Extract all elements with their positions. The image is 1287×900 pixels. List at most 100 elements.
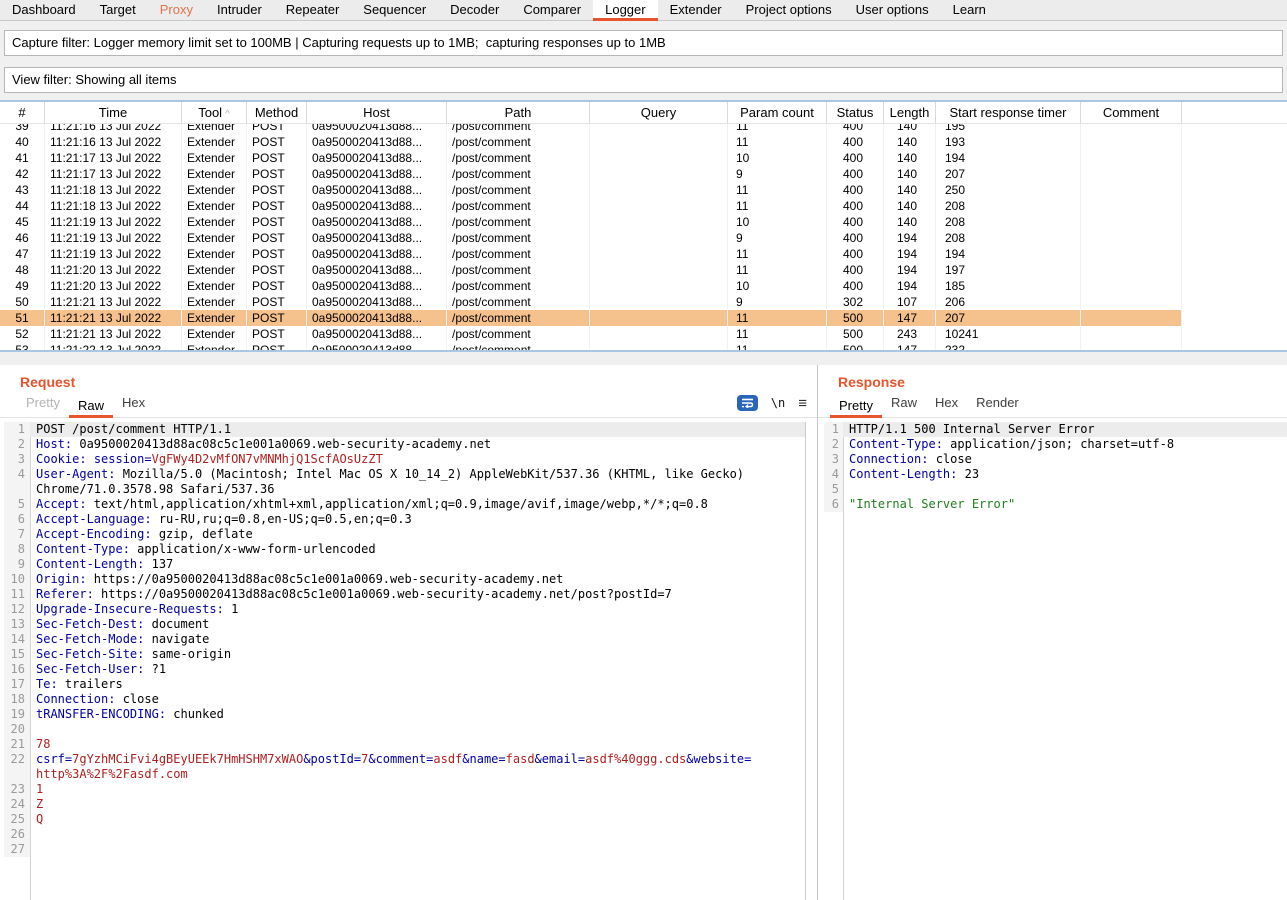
main-tab-learn[interactable]: Learn — [941, 0, 998, 21]
cell-comment — [1081, 134, 1182, 150]
line-content: Te: trailers — [30, 677, 805, 692]
column-header-start-response-timer[interactable]: Start response timer — [936, 102, 1081, 123]
column-header--[interactable]: # — [0, 102, 45, 123]
cell-start-response-timer: 10241 — [936, 326, 1081, 342]
log-row-42[interactable]: 4211:21:17 13 Jul 2022ExtenderPOST0a9500… — [0, 166, 1287, 182]
column-header-tool[interactable]: Tool^ — [182, 102, 247, 123]
table-filler-cell — [1182, 198, 1287, 214]
line-number: 2 — [4, 437, 30, 452]
log-row-47[interactable]: 4711:21:19 13 Jul 2022ExtenderPOST0a9500… — [0, 246, 1287, 262]
cell-method: POST — [247, 246, 307, 262]
cell-method: POST — [247, 198, 307, 214]
cell-path: /post/comment — [447, 182, 590, 198]
log-row-50[interactable]: 5011:21:21 13 Jul 2022ExtenderPOST0a9500… — [0, 294, 1287, 310]
main-tab-comparer[interactable]: Comparer — [511, 0, 593, 21]
cell-tool: Extender — [182, 166, 247, 182]
main-tab-extender[interactable]: Extender — [658, 0, 734, 21]
request-tab-pretty[interactable]: Pretty — [17, 395, 69, 418]
cell-time: 11:21:21 13 Jul 2022 — [45, 326, 182, 342]
table-filler-cell — [1182, 278, 1287, 294]
table-filler-cell — [1182, 326, 1287, 342]
column-header-comment[interactable]: Comment — [1081, 102, 1182, 123]
cell--: 39 — [0, 124, 45, 134]
editor-menu-icon[interactable]: ≡ — [798, 396, 807, 411]
log-row-48[interactable]: 4811:21:20 13 Jul 2022ExtenderPOST0a9500… — [0, 262, 1287, 278]
column-header-query[interactable]: Query — [590, 102, 728, 123]
response-tab-raw[interactable]: Raw — [882, 395, 926, 418]
word-wrap-toggle-icon[interactable] — [737, 395, 758, 411]
column-header-host[interactable]: Host — [307, 102, 447, 123]
main-tab-user-options[interactable]: User options — [844, 0, 941, 21]
cell-start-response-timer: 207 — [936, 310, 1081, 326]
log-row-39[interactable]: 3911:21:16 13 Jul 2022ExtenderPOST0a9500… — [0, 124, 1287, 134]
request-tab-raw[interactable]: Raw — [69, 398, 113, 418]
table-filler-cell — [1182, 262, 1287, 278]
response-editor[interactable]: 1HTTP/1.1 500 Internal Server Error2Cont… — [824, 422, 1287, 900]
cell-tool: Extender — [182, 246, 247, 262]
main-tab-decoder[interactable]: Decoder — [438, 0, 511, 21]
cell-time: 11:21:19 13 Jul 2022 — [45, 230, 182, 246]
response-tab-pretty[interactable]: Pretty — [830, 398, 882, 418]
main-tab-repeater[interactable]: Repeater — [274, 0, 351, 21]
cell-comment — [1081, 230, 1182, 246]
cell-host: 0a9500020413d88... — [307, 166, 447, 182]
cell-method: POST — [247, 214, 307, 230]
response-tab-hex[interactable]: Hex — [926, 395, 967, 418]
request-line-18: 18Connection: close — [4, 692, 805, 707]
log-row-40[interactable]: 4011:21:16 13 Jul 2022ExtenderPOST0a9500… — [0, 134, 1287, 150]
main-tab-sequencer[interactable]: Sequencer — [351, 0, 438, 21]
table-filler-header — [1182, 102, 1287, 123]
request-line-15: 15Sec-Fetch-Site: same-origin — [4, 647, 805, 662]
line-content: Sec-Fetch-Site: same-origin — [30, 647, 805, 662]
cell-host: 0a9500020413d88... — [307, 342, 447, 350]
capture-filter-bar[interactable]: Capture filter: Logger memory limit set … — [4, 30, 1283, 56]
cell-param-count: 11 — [728, 182, 827, 198]
line-content: User-Agent: Mozilla/5.0 (Macintosh; Inte… — [30, 467, 805, 497]
request-tab-hex[interactable]: Hex — [113, 395, 154, 418]
column-header-status[interactable]: Status — [827, 102, 884, 123]
log-row-49[interactable]: 4911:21:20 13 Jul 2022ExtenderPOST0a9500… — [0, 278, 1287, 294]
table-filler-cell — [1182, 294, 1287, 310]
log-row-53[interactable]: 5311:21:22 13 Jul 2022ExtenderPOST0a9500… — [0, 342, 1287, 350]
cell-path: /post/comment — [447, 246, 590, 262]
main-tab-target[interactable]: Target — [88, 0, 148, 21]
log-row-44[interactable]: 4411:21:18 13 Jul 2022ExtenderPOST0a9500… — [0, 198, 1287, 214]
cell-start-response-timer: 232 — [936, 342, 1081, 350]
main-tab-dashboard[interactable]: Dashboard — [0, 0, 88, 21]
line-content: Connection: close — [30, 692, 805, 707]
cell-method: POST — [247, 310, 307, 326]
log-row-41[interactable]: 4111:21:17 13 Jul 2022ExtenderPOST0a9500… — [0, 150, 1287, 166]
line-number: 11 — [4, 587, 30, 602]
request-line-20: 20 — [4, 722, 805, 737]
cell-host: 0a9500020413d88... — [307, 278, 447, 294]
column-header-param-count[interactable]: Param count — [728, 102, 827, 123]
log-row-52[interactable]: 5211:21:21 13 Jul 2022ExtenderPOST0a9500… — [0, 326, 1287, 342]
column-header-path[interactable]: Path — [447, 102, 590, 123]
log-row-46[interactable]: 4611:21:19 13 Jul 2022ExtenderPOST0a9500… — [0, 230, 1287, 246]
newline-visibility-icon[interactable]: \n — [771, 396, 785, 410]
main-tab-intruder[interactable]: Intruder — [205, 0, 274, 21]
response-panel: Response PrettyRawHexRender 1HTTP/1.1 50… — [817, 365, 1287, 900]
log-row-51[interactable]: 5111:21:21 13 Jul 2022ExtenderPOST0a9500… — [0, 310, 1287, 326]
request-line-26: 26 — [4, 827, 805, 842]
cell--: 47 — [0, 246, 45, 262]
main-tab-proxy[interactable]: Proxy — [148, 0, 205, 21]
line-content: tRANSFER-ENCODING: chunked — [30, 707, 805, 722]
request-editor[interactable]: 1POST /post/comment HTTP/1.12Host: 0a950… — [4, 422, 806, 900]
column-header-time[interactable]: Time — [45, 102, 182, 123]
cell-time: 11:21:19 13 Jul 2022 — [45, 246, 182, 262]
line-number: 24 — [4, 797, 30, 812]
line-number: 2 — [824, 437, 843, 452]
column-header-method[interactable]: Method — [247, 102, 307, 123]
log-row-45[interactable]: 4511:21:19 13 Jul 2022ExtenderPOST0a9500… — [0, 214, 1287, 230]
log-row-43[interactable]: 4311:21:18 13 Jul 2022ExtenderPOST0a9500… — [0, 182, 1287, 198]
main-tab-project-options[interactable]: Project options — [734, 0, 844, 21]
column-header-length[interactable]: Length — [884, 102, 936, 123]
main-tab-logger[interactable]: Logger — [593, 0, 657, 21]
table-body[interactable]: 3911:21:16 13 Jul 2022ExtenderPOST0a9500… — [0, 124, 1287, 350]
cell-start-response-timer: 197 — [936, 262, 1081, 278]
cell-param-count: 9 — [728, 294, 827, 310]
line-content: Z — [30, 797, 805, 812]
view-filter-bar[interactable]: View filter: Showing all items — [4, 67, 1283, 93]
response-tab-render[interactable]: Render — [967, 395, 1028, 418]
